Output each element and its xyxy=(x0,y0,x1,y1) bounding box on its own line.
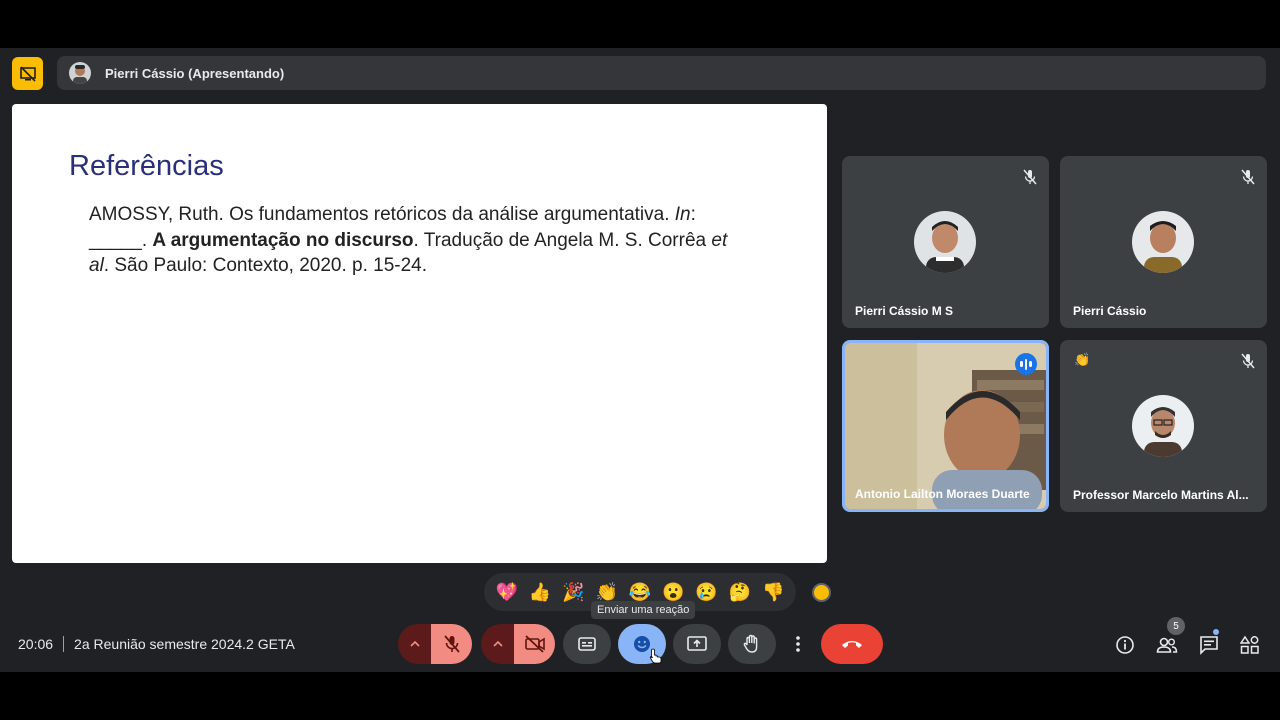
meeting-details-button[interactable] xyxy=(1112,632,1138,658)
presenter-avatar xyxy=(69,62,91,84)
video-options-button[interactable] xyxy=(481,624,515,664)
mic-toggle-button[interactable] xyxy=(431,624,472,664)
camera-off-icon xyxy=(524,635,545,653)
ref-dot: . xyxy=(141,229,153,251)
participant-name: Pierri Cássio xyxy=(1073,304,1147,318)
ref-text-1: AMOSSY, Ruth. Os fundamentos retóricos d… xyxy=(89,204,675,225)
camera-toggle-button[interactable] xyxy=(514,624,555,664)
people-button[interactable] xyxy=(1154,632,1180,658)
reaction-laugh[interactable]: 😂 xyxy=(629,582,651,603)
people-icon xyxy=(1156,637,1178,653)
participant-count-badge: 5 xyxy=(1167,617,1185,635)
audio-options-button[interactable] xyxy=(398,624,432,664)
participant-name: Professor Marcelo Martins Al... xyxy=(1073,488,1249,502)
hang-up-icon xyxy=(842,641,862,648)
presenting-indicator-icon[interactable] xyxy=(12,57,43,90)
ref-colon: : xyxy=(690,204,696,225)
mic-off-icon xyxy=(443,635,460,653)
participant-tile-active[interactable]: Antonio Lailton Moraes Duarte xyxy=(842,340,1049,512)
participant-tile[interactable]: Pierri Cássio M S xyxy=(842,156,1049,328)
present-screen-icon xyxy=(687,636,707,651)
speaking-indicator-icon xyxy=(1015,353,1037,375)
chat-button[interactable] xyxy=(1196,632,1222,658)
participant-name: Antonio Lailton Moraes Duarte xyxy=(855,487,1030,501)
participant-name: Pierri Cássio M S xyxy=(855,304,954,318)
reaction-heart[interactable]: 💖 xyxy=(495,582,517,603)
presenter-label: Pierri Cássio (Apresentando) xyxy=(105,65,285,81)
closed-captions-icon xyxy=(578,637,596,651)
avatar xyxy=(1132,211,1194,273)
ref-text-2: . Tradução de Angela M. S. Corrêa xyxy=(413,229,712,251)
avatar xyxy=(1132,395,1194,457)
ref-in: In xyxy=(674,204,691,225)
mic-off-icon xyxy=(1241,169,1255,185)
meeting-time: 20:06 xyxy=(18,636,54,652)
more-options-button[interactable] xyxy=(784,624,812,664)
chevron-up-icon xyxy=(410,640,420,647)
reaction-party[interactable]: 🎉 xyxy=(562,582,584,603)
hand-icon xyxy=(743,634,758,653)
participant-tile[interactable]: Pierri Cássio xyxy=(1060,156,1267,328)
raise-hand-button[interactable] xyxy=(728,624,776,664)
participant-tile[interactable]: 👏 Professor Marcelo Martins Al... xyxy=(1060,340,1267,512)
unread-indicator xyxy=(1213,629,1219,635)
reaction-thumbs-down[interactable]: 👎 xyxy=(762,582,784,603)
more-vert-icon xyxy=(796,636,800,652)
chevron-up-icon xyxy=(493,640,503,647)
mic-off-icon xyxy=(1241,353,1255,369)
info-icon xyxy=(1116,636,1134,654)
meeting-title: 2a Reunião semestre 2024.2 GETA xyxy=(74,636,295,652)
reaction-surprised[interactable]: 😮 xyxy=(662,582,684,603)
slide-reference: AMOSSY, Ruth. Os fundamentos retóricos d… xyxy=(89,202,749,279)
ref-blank: _____ xyxy=(89,229,142,251)
reaction-clap[interactable]: 👏 xyxy=(595,582,617,603)
hand-cursor-icon xyxy=(649,648,662,664)
presentation-slide: Referências AMOSSY, Ruth. Os fundamentos… xyxy=(12,104,827,563)
reaction-tooltip: Enviar uma reação xyxy=(591,601,696,619)
slide-title: Referências xyxy=(69,150,224,182)
leave-call-button[interactable] xyxy=(821,624,883,664)
present-screen-button[interactable] xyxy=(673,624,721,664)
reaction-sad[interactable]: 😢 xyxy=(695,582,717,603)
ref-book-title: A argumentação no discurso xyxy=(152,229,414,251)
avatar xyxy=(914,211,976,273)
chat-icon xyxy=(1200,636,1218,655)
meeting-info: 20:06 2a Reunião semestre 2024.2 GETA xyxy=(18,636,295,652)
presenter-bar: Pierri Cássio (Apresentando) xyxy=(57,56,1266,90)
meeting-stage: Pierri Cássio (Apresentando) Referências… xyxy=(0,48,1280,672)
skin-tone-button[interactable] xyxy=(812,583,831,602)
reaction-thumbs-up[interactable]: 👍 xyxy=(529,582,551,603)
reaction-thinking[interactable]: 🤔 xyxy=(729,582,751,603)
captions-button[interactable] xyxy=(563,624,611,664)
divider xyxy=(63,636,65,652)
ref-text-3: . São Paulo: Contexto, 2020. p. 15-24. xyxy=(103,255,428,276)
mic-off-icon xyxy=(1023,169,1037,185)
activities-button[interactable] xyxy=(1237,632,1263,658)
activities-icon xyxy=(1240,635,1259,654)
reaction-clap-icon: 👏 xyxy=(1074,352,1091,367)
